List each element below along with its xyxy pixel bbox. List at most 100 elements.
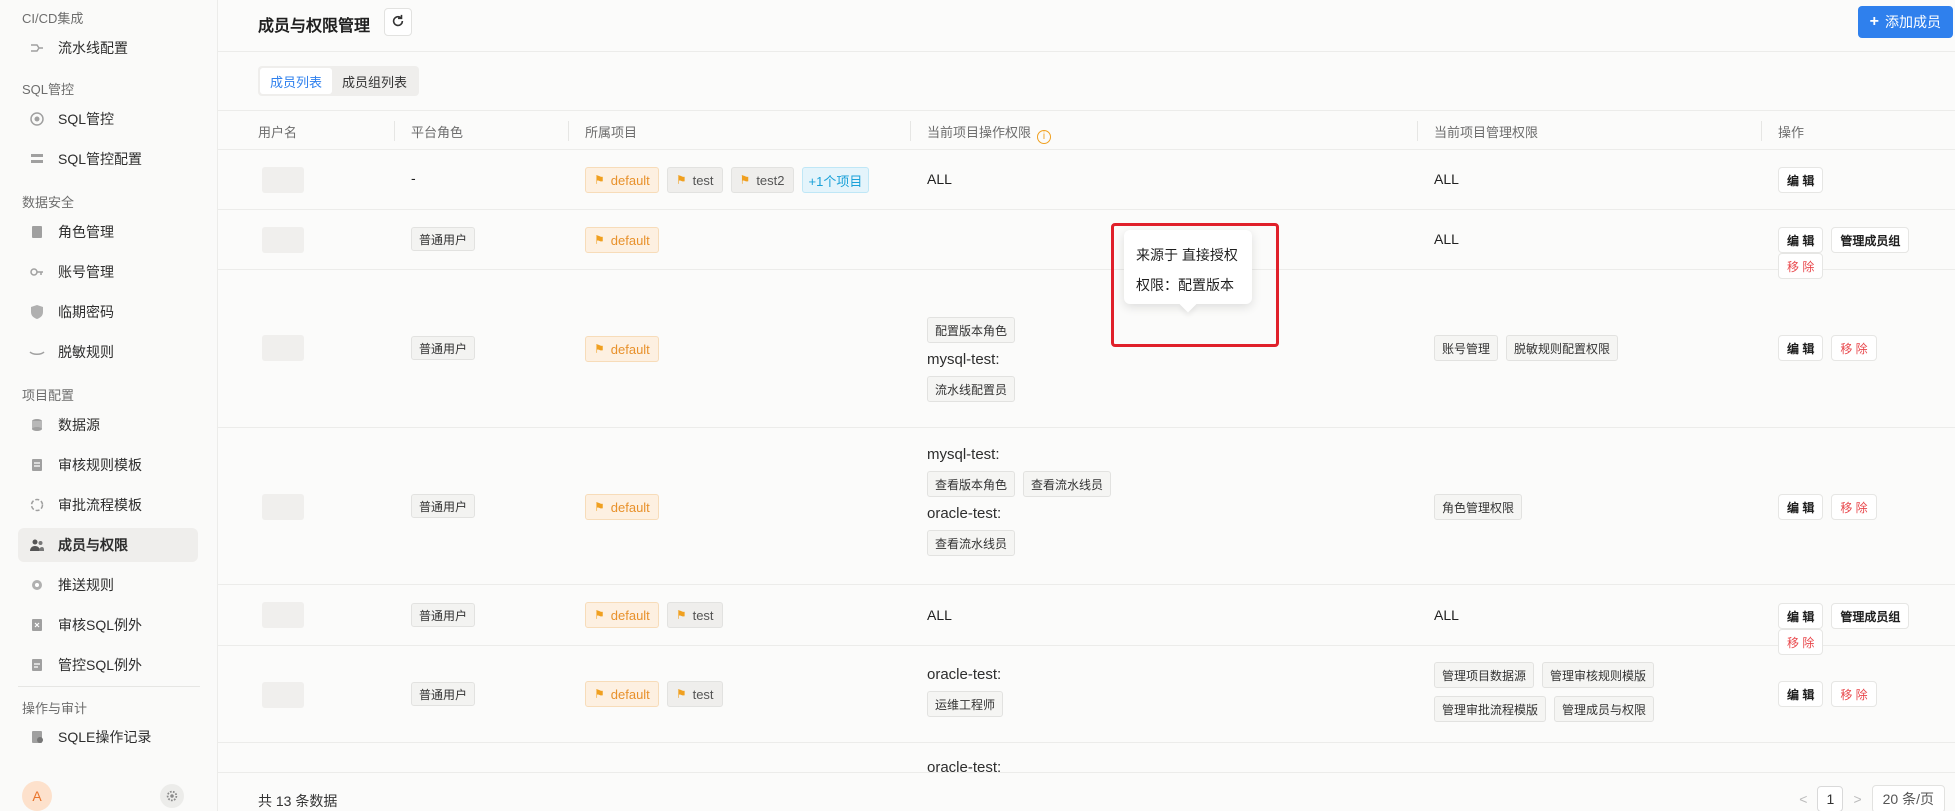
more-projects-tag[interactable]: +1个项目 [801, 167, 870, 193]
next-page-button[interactable]: > [1853, 791, 1861, 807]
column-divider [1417, 121, 1418, 141]
tab-member-list[interactable]: 成员列表 [260, 68, 333, 94]
op-perm-project-label: oracle-test: [927, 666, 1002, 683]
sidebar-item-label: 角色管理 [58, 224, 114, 240]
info-icon[interactable]: i [1037, 129, 1052, 144]
page-number[interactable]: 1 [1817, 786, 1844, 811]
flag-icon: ⚑ [594, 608, 605, 622]
platform-role-cell: 普通用户 [411, 682, 476, 706]
sidebar-item-sql-config[interactable]: SQL管控配置 [18, 142, 198, 176]
remove-button[interactable]: 移 除 [1831, 335, 1877, 361]
op-perm-tags: 配置版本角色 [927, 317, 1023, 351]
tab-member-group-list[interactable]: 成员组列表 [332, 68, 417, 94]
control-exception-icon [28, 656, 46, 674]
sidebar-item-role[interactable]: 角色管理 [18, 215, 198, 249]
table-row: 普通用户 ⚑ default mysql-test: 查看版本角色 查看流水线员 o… [218, 428, 1955, 585]
add-member-button[interactable]: + 添加成员 [1857, 6, 1953, 38]
perm-tag[interactable]: 流水线配置员 [927, 376, 1016, 402]
prev-page-button[interactable]: < [1799, 791, 1807, 807]
flag-icon: ⚑ [675, 608, 687, 622]
group-title-sql: SQL管控 [22, 82, 75, 97]
platform-role-tag: 普通用户 [411, 336, 476, 360]
total-count: 共 13 条数据 [258, 793, 338, 809]
sidebar-item-datasource[interactable]: 数据源 [18, 408, 198, 442]
op-perm-project-label: mysql-test: [927, 446, 1000, 463]
perm-tag: 管理成员与权限 [1554, 696, 1655, 722]
page-title: 成员与权限管理 [258, 18, 371, 35]
flag-icon: ⚑ [675, 687, 687, 701]
project-tags: ⚑ default [585, 227, 667, 253]
sidebar-item-label: SQLE操作记录 [58, 729, 152, 745]
refresh-icon [391, 14, 405, 31]
perm-tag[interactable]: 查看流水线员 [1023, 471, 1112, 497]
group-title-project: 项目配置 [22, 388, 75, 403]
sidebar-item-label: 流水线配置 [58, 40, 128, 56]
project-tag-label: test [692, 607, 714, 623]
manage-member-group-button[interactable]: 管理成员组 [1831, 603, 1910, 629]
mgmt-perm-tags: 管理项目数据源 管理审核规则模版 管理审批流程模版 管理成员与权限 [1434, 662, 1734, 730]
perm-tag[interactable]: 查看流水线员 [927, 530, 1016, 556]
sidebar-item-account[interactable]: 账号管理 [18, 255, 198, 289]
remove-button[interactable]: 移 除 [1831, 494, 1877, 520]
actions-cell: 编 辑 移 除 [1778, 335, 1885, 361]
edit-button[interactable]: 编 辑 [1778, 227, 1824, 253]
flag-icon: ⚑ [739, 173, 751, 187]
members-icon [28, 536, 46, 554]
manage-member-group-button[interactable]: 管理成员组 [1831, 227, 1910, 253]
op-perms-text: ALL [927, 607, 952, 623]
sidebar-item-operation-record[interactable]: SQLE操作记录 [18, 720, 198, 754]
key-icon [28, 263, 46, 281]
table-row: - ⚑ default ⚑ test ⚑ test2 +1个项目 ALL ALL 编 … [218, 150, 1955, 210]
settings-gear-icon[interactable] [160, 784, 184, 808]
flag-icon: ⚑ [594, 173, 605, 187]
edit-button[interactable]: 编 辑 [1778, 603, 1824, 629]
edit-button[interactable]: 编 辑 [1778, 681, 1824, 707]
col-mgmt-perms: 当前项目管理权限 [1434, 125, 1539, 140]
sidebar-item-flow-template[interactable]: 审批流程模板 [18, 488, 198, 522]
project-tag: ⚑ default [585, 336, 659, 362]
perm-tag[interactable]: 运维工程师 [927, 691, 1004, 717]
op-perm-tags: 流水线配置员 [927, 376, 1023, 410]
col-op-perms-label: 当前项目操作权限 [927, 125, 1032, 140]
sidebar-item-pipeline[interactable]: 流水线配置 [18, 31, 198, 65]
platform-role: - [411, 170, 416, 186]
remove-button[interactable]: 移 除 [1831, 681, 1877, 707]
perm-tag[interactable]: 查看版本角色 [927, 471, 1016, 497]
page-size-select[interactable]: 20 条/页 [1871, 785, 1945, 811]
sidebar-item-sql-control[interactable]: SQL管控 [18, 102, 198, 136]
actions-cell: 编 辑 [1778, 167, 1831, 193]
username-cell [262, 682, 304, 708]
mask-icon [28, 343, 46, 361]
username-cell [262, 602, 304, 628]
project-tag: ⚑ default [585, 167, 659, 193]
perm-tag: 脱敏规则配置权限 [1506, 335, 1619, 361]
avatar[interactable]: A [22, 781, 52, 811]
project-tag: ⚑ default [585, 227, 659, 253]
op-perms-block: mysql-test: 查看版本角色 查看流水线员 oracle-test: 查看… [927, 446, 1119, 564]
table-footer: 共 13 条数据 < 1 > 20 条/页 [218, 772, 1955, 811]
col-platform-role: 平台角色 [411, 125, 464, 140]
col-projects: 所属项目 [585, 125, 638, 140]
group-title-security: 数据安全 [22, 195, 75, 210]
username-redacted [262, 602, 304, 628]
project-tag-label: default [610, 341, 650, 357]
project-tag: ⚑ default [585, 602, 659, 628]
sidebar-item-rule-template[interactable]: 审核规则模板 [18, 448, 198, 482]
mgmt-perm-tags: 账号管理 脱敏规则配置权限 [1434, 335, 1626, 369]
sidebar-item-label: SQL管控 [58, 111, 115, 127]
op-perm-tags: 查看版本角色 查看流水线员 [927, 471, 1119, 505]
sidebar-item-control-sql-exception[interactable]: 管控SQL例外 [18, 648, 198, 682]
edit-button[interactable]: 编 辑 [1778, 167, 1824, 193]
edit-button[interactable]: 编 辑 [1778, 494, 1824, 520]
refresh-button[interactable] [384, 8, 412, 36]
sidebar-item-push-rule[interactable]: 推送规则 [18, 568, 198, 602]
header: 成员与权限管理 + 添加成员 [218, 0, 1955, 52]
edit-button[interactable]: 编 辑 [1778, 335, 1824, 361]
sidebar-item-masking[interactable]: 脱敏规则 [18, 335, 198, 369]
sidebar-item-expiring-password[interactable]: 临期密码 [18, 295, 198, 329]
plus-icon: + [1869, 13, 1879, 30]
project-tags: ⚑ default ⚑ test [585, 681, 731, 707]
sidebar-item-members[interactable]: 成员与权限 [18, 528, 198, 562]
sidebar-item-audit-sql-exception[interactable]: 审核SQL例外 [18, 608, 198, 642]
perm-tag[interactable]: 配置版本角色 [927, 317, 1016, 343]
